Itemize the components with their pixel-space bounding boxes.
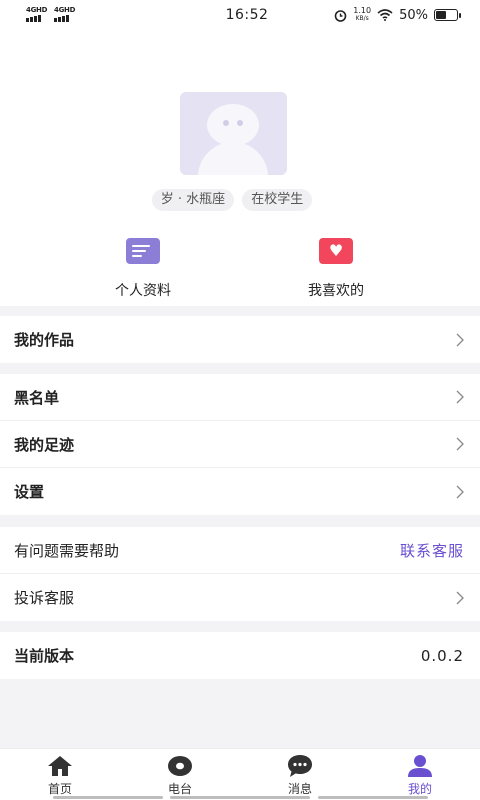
nav-indicator: [318, 796, 428, 799]
nav-indicator: [53, 796, 163, 799]
menu-item-works[interactable]: 我的作品: [0, 316, 480, 363]
battery-icon: [434, 9, 461, 21]
avatar[interactable]: [180, 92, 287, 175]
nav-indicator: [170, 796, 310, 799]
version-value: 0.0.2: [420, 646, 464, 665]
section-account: 黑名单 我的足迹 设置: [0, 374, 480, 515]
signal-indicators: 4GHD 4GHD: [26, 6, 176, 22]
menu-item-version: 当前版本 0.0.2: [14, 646, 464, 666]
contact-service-link[interactable]: 联系客服: [400, 540, 464, 561]
chevron-right-icon: [456, 333, 464, 347]
tag-identity: 在校学生: [242, 189, 313, 211]
signal-icon: 4GHD: [26, 6, 48, 22]
status-right: 1.10 KB/s 50%: [308, 6, 461, 23]
chevron-right-icon: [456, 390, 464, 404]
id-card-icon: [126, 238, 160, 264]
menu-item-help[interactable]: 有问题需要帮助 联系客服: [0, 527, 480, 574]
profile-tags: 岁 · 水瓶座 在校学生: [0, 189, 480, 211]
menu-item-blacklist[interactable]: 黑名单: [0, 374, 480, 421]
section-version: 当前版本 0.0.2: [0, 632, 480, 679]
chat-bubble-icon: [287, 754, 313, 778]
tab-mine[interactable]: 我的: [360, 749, 480, 800]
menu-item-footprints[interactable]: 我的足迹: [0, 421, 480, 468]
signal-icon: 4GHD: [54, 6, 76, 22]
wifi-icon: [377, 9, 393, 21]
tab-radio[interactable]: 电台: [120, 749, 240, 800]
section-works: 我的作品: [0, 316, 480, 363]
status-time: 16:52: [225, 7, 269, 23]
radio-disc-icon: [167, 754, 193, 778]
chevron-right-icon: [456, 591, 464, 605]
shortcut-favorites[interactable]: ♥ 我喜欢的: [276, 238, 396, 300]
bottom-tab-bar: 首页 电台 消息 我的: [0, 748, 480, 800]
chevron-right-icon: [456, 485, 464, 499]
section-support: 有问题需要帮助 联系客服 投诉客服: [0, 527, 480, 621]
battery-fill: [436, 11, 446, 19]
heart-icon: ♥: [319, 238, 353, 264]
shortcut-label: 个人资料: [115, 283, 171, 299]
tab-messages[interactable]: 消息: [240, 749, 360, 800]
status-bar: 4GHD 4GHD 16:52 1.10 KB/s 50%: [0, 0, 480, 30]
user-icon: [407, 754, 433, 778]
network-type: 4GHD: [54, 6, 76, 14]
menu-item-complaint[interactable]: 投诉客服: [0, 574, 480, 621]
battery-percent: 50%: [399, 7, 428, 23]
tag-age-zodiac: 岁 · 水瓶座: [151, 189, 235, 211]
network-type: 4GHD: [26, 6, 48, 14]
shortcut-label: 我喜欢的: [308, 283, 364, 299]
shortcut-profile-info[interactable]: 个人资料: [83, 238, 203, 300]
profile-header: 岁 · 水瓶座 在校学生 个人资料 ♥ 我喜欢的: [0, 30, 480, 306]
alarm-icon: [334, 9, 347, 22]
net-speed: 1.10 KB/s: [353, 6, 372, 23]
chevron-right-icon: [456, 437, 464, 451]
tab-home[interactable]: 首页: [0, 749, 120, 800]
home-icon: [47, 754, 73, 778]
menu-item-settings[interactable]: 设置: [0, 468, 480, 515]
